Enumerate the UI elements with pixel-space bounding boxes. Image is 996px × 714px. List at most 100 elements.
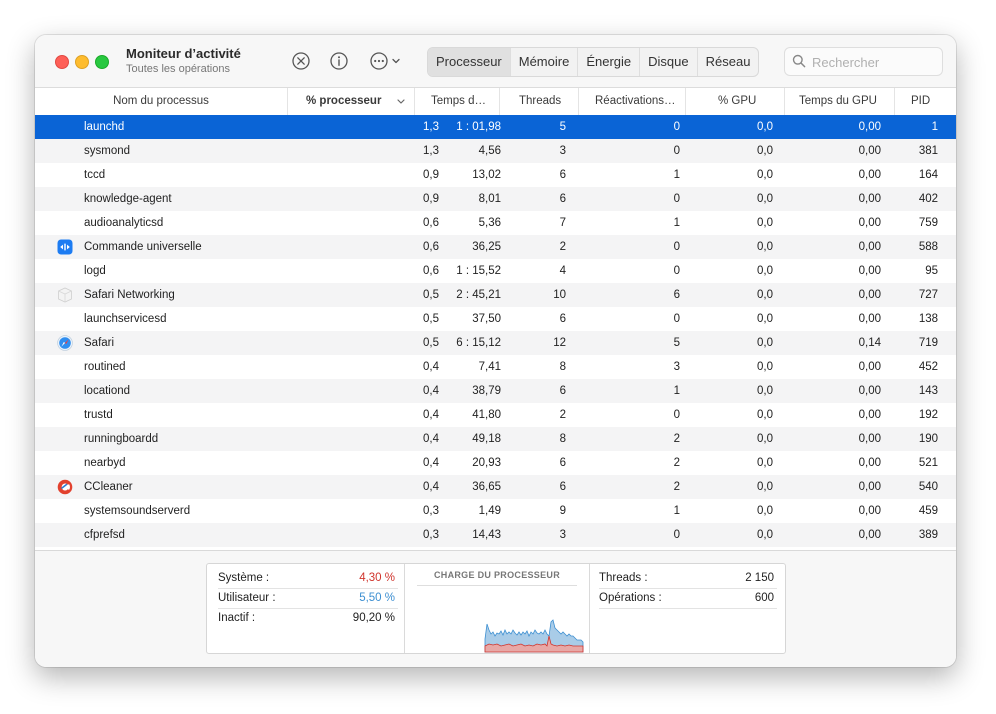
- table-row[interactable]: trustd 0,4 41,80 2 0 0,0 0,00 192: [35, 403, 956, 427]
- cell-time: 49,18: [472, 433, 501, 445]
- table-row[interactable]: sysmond 1,3 4,56 3 0 0,0 0,00 381: [35, 139, 956, 163]
- cell-pid: 164: [918, 169, 938, 181]
- table-row[interactable]: CCleaner 0,4 36,65 6 2 0,0 0,00 540: [35, 475, 956, 499]
- search-input[interactable]: [810, 52, 939, 72]
- cell-gpu: 0,0: [757, 241, 773, 253]
- cell-wakeups: 0: [673, 241, 680, 253]
- cell-gpu: 0,0: [757, 409, 773, 421]
- table-row[interactable]: audioanalyticsd 0,6 5,36 7 1 0,0 0,00 759: [35, 211, 956, 235]
- table-row[interactable]: locationd 0,4 38,79 6 1 0,0 0,00 143: [35, 379, 956, 403]
- tab-memoire[interactable]: Mémoire: [509, 48, 578, 76]
- table-row[interactable]: logd 0,6 1 : 15,52 4 0 0,0 0,00 95: [35, 259, 956, 283]
- cell-cpu: 0,3: [423, 529, 439, 541]
- table-row[interactable]: launchservicesd 0,5 37,50 6 0 0,0 0,00 138: [35, 307, 956, 331]
- cell-gpu: 0,0: [757, 337, 773, 349]
- column-header-gpu[interactable]: % GPU: [685, 88, 785, 115]
- cell-pid: 190: [918, 433, 938, 445]
- cell-gpu: 0,0: [757, 433, 773, 445]
- cell-pid: 719: [918, 337, 938, 349]
- process-name: launchd: [84, 121, 125, 133]
- cell-cpu: 0,4: [423, 361, 439, 373]
- table-row[interactable]: Safari Networking 0,5 2 : 45,21 10 6 0,0 0,00 7…: [35, 283, 956, 307]
- zoom-window-button[interactable]: [95, 55, 109, 69]
- cell-gpu: 0,0: [757, 145, 773, 157]
- more-options-icon[interactable]: [367, 49, 407, 73]
- cell-time: 36,65: [472, 481, 501, 493]
- cell-threads: 6: [559, 457, 566, 469]
- cell-gpu-time: 0,00: [858, 505, 881, 517]
- cell-pid: 459: [918, 505, 938, 517]
- cell-cpu: 0,4: [423, 409, 439, 421]
- minimize-window-button[interactable]: [75, 55, 89, 69]
- cpu-summary-panel: Système : 4,30 % Utilisateur : 5,50 % In…: [206, 563, 786, 654]
- process-name: knowledge-agent: [84, 193, 172, 205]
- column-header-wakeups[interactable]: Réactivations…: [578, 88, 686, 115]
- cell-wakeups: 6: [673, 289, 680, 301]
- table-row[interactable]: cfprefsd 0,3 14,43 3 0 0,0 0,00 389: [35, 523, 956, 547]
- cell-threads: 4: [559, 265, 566, 277]
- search-icon: [792, 54, 806, 73]
- user-value: 5,50 %: [359, 592, 395, 604]
- table-row[interactable]: Commande universelle 0,6 36,25 2 0 0,0 0,00 588: [35, 235, 956, 259]
- table-row[interactable]: Safari 0,5 6 : 15,12 12 5 0,0 0,14 719: [35, 331, 956, 355]
- stop-process-icon[interactable]: [289, 49, 313, 73]
- cell-cpu: 0,4: [423, 457, 439, 469]
- cell-time: 1 : 15,52: [456, 265, 501, 277]
- cell-pid: 452: [918, 361, 938, 373]
- column-header-pid[interactable]: PID: [894, 88, 956, 115]
- cell-cpu: 0,6: [423, 241, 439, 253]
- cell-time: 8,01: [478, 193, 501, 205]
- cell-pid: 381: [918, 145, 938, 157]
- cell-gpu-time: 0,00: [858, 265, 881, 277]
- column-header-cpu[interactable]: % processeur: [287, 88, 414, 115]
- table-row[interactable]: knowledge-agent 0,9 8,01 6 0 0,0 0,00 402: [35, 187, 956, 211]
- table-row[interactable]: runningboardd 0,4 49,18 8 2 0,0 0,00 190: [35, 427, 956, 451]
- cell-cpu: 0,6: [423, 217, 439, 229]
- operations-label: Opérations :: [599, 592, 662, 604]
- process-name: launchservicesd: [84, 313, 167, 325]
- cell-threads: 10: [553, 289, 566, 301]
- cell-gpu-time: 0,00: [858, 169, 881, 181]
- cell-gpu-time: 0,00: [858, 481, 881, 493]
- cell-wakeups: 2: [673, 457, 680, 469]
- column-header-gpu-time[interactable]: Temps du GPU: [784, 88, 895, 115]
- close-window-button[interactable]: [55, 55, 69, 69]
- cell-threads: 6: [559, 169, 566, 181]
- cell-gpu-time: 0,00: [858, 217, 881, 229]
- table-header: Nom du processus % processeur Temps d… T…: [35, 88, 956, 116]
- cell-gpu: 0,0: [757, 529, 773, 541]
- system-value: 4,30 %: [359, 572, 395, 584]
- universal-control-icon: [57, 239, 73, 255]
- cell-gpu-time: 0,14: [858, 337, 881, 349]
- cell-threads: 2: [559, 409, 566, 421]
- table-row[interactable]: launchd 1,3 1 : 01,98 5 0 0,0 0,00 1: [35, 115, 956, 139]
- cell-gpu-time: 0,00: [858, 457, 881, 469]
- cell-gpu: 0,0: [757, 121, 773, 133]
- info-icon[interactable]: [327, 49, 351, 73]
- column-header-time[interactable]: Temps d…: [414, 88, 500, 115]
- cell-gpu-time: 0,00: [858, 241, 881, 253]
- cell-time: 6 : 15,12: [456, 337, 501, 349]
- cell-gpu: 0,0: [757, 265, 773, 277]
- cpu-load-chart: [484, 619, 584, 653]
- table-row[interactable]: nearbyd 0,4 20,93 6 2 0,0 0,00 521: [35, 451, 956, 475]
- cell-gpu-time: 0,00: [858, 193, 881, 205]
- process-name: cfprefsd: [84, 529, 125, 541]
- tab-reseau[interactable]: Réseau: [696, 48, 759, 76]
- cell-gpu: 0,0: [757, 361, 773, 373]
- cell-pid: 521: [918, 457, 938, 469]
- search-field[interactable]: [784, 47, 943, 76]
- table-row[interactable]: routined 0,4 7,41 8 3 0,0 0,00 452: [35, 355, 956, 379]
- system-label: Système :: [218, 572, 270, 584]
- window-title: Moniteur d’activité: [126, 46, 241, 61]
- column-header-name[interactable]: Nom du processus: [35, 88, 287, 115]
- cell-pid: 138: [918, 313, 938, 325]
- tab-processeur[interactable]: Processeur: [428, 48, 510, 76]
- cell-threads: 6: [559, 193, 566, 205]
- table-row[interactable]: tccd 0,9 13,02 6 1 0,0 0,00 164: [35, 163, 956, 187]
- tab-energie[interactable]: Énergie: [577, 48, 639, 76]
- table-row[interactable]: systemsoundserverd 0,3 1,49 9 1 0,0 0,00 459: [35, 499, 956, 523]
- cell-pid: 759: [918, 217, 938, 229]
- column-header-threads[interactable]: Threads: [499, 88, 579, 115]
- tab-disque[interactable]: Disque: [639, 48, 696, 76]
